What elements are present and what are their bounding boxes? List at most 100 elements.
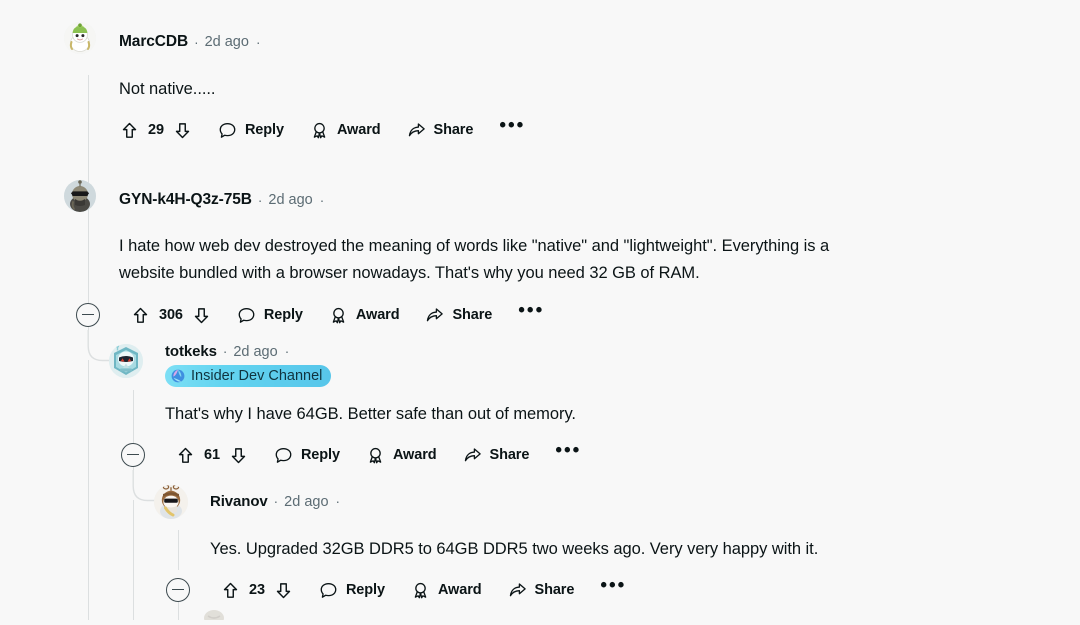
timestamp: 2d ago	[204, 34, 249, 50]
action-bar: 23 Reply Award Share •••	[221, 574, 626, 606]
upvote-arrow-icon	[178, 447, 193, 463]
insider-globe-icon	[171, 369, 185, 383]
author-name[interactable]: Rivanov	[210, 493, 268, 510]
comment-header: MarcCDB · 2d ago ·	[119, 33, 260, 51]
share-button[interactable]: Share	[425, 299, 492, 331]
separator-dot: ·	[257, 192, 263, 208]
downvote-arrow-icon	[276, 582, 291, 598]
comment-marccdb: MarcCDB · 2d ago · Not native..... 29 Re…	[0, 0, 1080, 155]
reply-label: Reply	[263, 307, 303, 323]
upvote-button[interactable]	[176, 439, 195, 471]
next-comment-avatar-partial	[199, 604, 229, 625]
thread-line-depth1-bottom[interactable]	[133, 500, 135, 620]
avatar[interactable]	[64, 180, 96, 212]
share-arrow-icon	[408, 122, 425, 136]
author-name[interactable]: MarcCDB	[119, 33, 188, 51]
comment-header: GYN-k4H-Q3z-75B · 2d ago ·	[119, 191, 324, 209]
trailing-dot: ·	[284, 344, 290, 359]
share-arrow-icon	[427, 307, 444, 321]
separator-dot: ·	[273, 494, 279, 509]
trailing-dot: ·	[319, 192, 325, 208]
share-label: Share	[534, 582, 575, 598]
vote-group: 23	[221, 574, 293, 606]
action-bar: 306 Reply Award Share •••	[131, 299, 544, 331]
user-flair-badge[interactable]: Insider Dev Channel	[165, 365, 332, 387]
avatar[interactable]	[109, 344, 143, 378]
share-label: Share	[489, 447, 530, 463]
award-label: Award	[336, 122, 381, 138]
avatar[interactable]	[154, 485, 188, 519]
timestamp: 2d ago	[268, 192, 313, 208]
thread-line-depth2[interactable]	[178, 530, 180, 570]
separator-dot: ·	[194, 34, 199, 50]
thread-line-depth1[interactable]	[133, 390, 135, 444]
comment-body: Not native.....	[119, 80, 216, 98]
avatar[interactable]	[64, 22, 96, 54]
downvote-arrow-icon	[231, 447, 246, 463]
downvote-button[interactable]	[229, 439, 248, 471]
timestamp: 2d ago	[233, 343, 278, 360]
comment-body: Yes. Upgraded 32GB DDR5 to 64GB DDR5 two…	[210, 540, 819, 558]
action-bar: 29 Reply Award Share •••	[120, 114, 525, 146]
share-arrow-icon	[464, 447, 481, 461]
share-button[interactable]: Share	[508, 574, 575, 606]
more-options-button[interactable]: •••	[518, 295, 544, 335]
award-label: Award	[392, 447, 437, 463]
author-name[interactable]: GYN-k4H-Q3z-75B	[119, 191, 252, 209]
snoo-green-hat-avatar	[64, 22, 96, 54]
award-medal-icon	[414, 582, 427, 598]
more-options-button[interactable]: •••	[499, 110, 525, 150]
speech-bubble-icon	[238, 307, 255, 323]
reply-button[interactable]: Reply	[237, 299, 303, 331]
award-button[interactable]: Award	[310, 114, 381, 146]
share-button[interactable]: Share	[463, 439, 530, 471]
snoo-brown-sunglasses-avatar	[154, 485, 188, 519]
flair-label: Insider Dev Channel	[191, 367, 323, 384]
reply-button[interactable]: Reply	[319, 574, 385, 606]
trailing-dot: ·	[255, 34, 261, 50]
author-name[interactable]: totkeks	[165, 343, 217, 360]
thread-line-depth0-bottom[interactable]	[88, 360, 90, 620]
upvote-arrow-icon	[133, 307, 148, 323]
downvote-button[interactable]	[173, 114, 192, 146]
award-medal-icon	[332, 307, 345, 323]
comment-body: That's why I have 64GB. Better safe than…	[165, 405, 576, 423]
collapse-button[interactable]	[166, 578, 190, 602]
vote-group: 61	[176, 439, 248, 471]
trailing-dot: ·	[335, 494, 341, 509]
vote-count: 61	[204, 447, 220, 463]
upvote-button[interactable]	[221, 574, 240, 606]
upvote-button[interactable]	[120, 114, 139, 146]
award-label: Award	[355, 307, 400, 323]
downvote-arrow-icon	[194, 307, 209, 323]
award-label: Award	[437, 582, 482, 598]
reply-label: Reply	[300, 447, 340, 463]
award-medal-icon	[313, 122, 326, 138]
downvote-button[interactable]	[192, 299, 211, 331]
vote-count: 306	[159, 307, 183, 323]
speech-bubble-icon	[275, 447, 292, 463]
more-options-button[interactable]: •••	[600, 570, 626, 610]
share-arrow-icon	[509, 582, 526, 596]
comment-header: totkeks · 2d ago ·	[165, 343, 289, 360]
award-button[interactable]: Award	[329, 299, 400, 331]
more-options-button[interactable]: •••	[555, 435, 581, 475]
separator-dot: ·	[222, 344, 228, 359]
vote-group: 306	[131, 299, 211, 331]
collapse-button[interactable]	[121, 443, 145, 467]
snoo-sunglasses-avatar	[64, 180, 96, 212]
reply-button[interactable]: Reply	[218, 114, 284, 146]
vote-count: 23	[249, 582, 265, 598]
upvote-arrow-icon	[122, 122, 137, 138]
timestamp: 2d ago	[284, 493, 329, 510]
share-label: Share	[452, 307, 493, 323]
upvote-button[interactable]	[131, 299, 150, 331]
downvote-button[interactable]	[274, 574, 293, 606]
comment-thread: MarcCDB · 2d ago · Not native..... 29 Re…	[0, 0, 1080, 625]
collapse-button[interactable]	[76, 303, 100, 327]
award-button[interactable]: Award	[366, 439, 437, 471]
share-button[interactable]: Share	[407, 114, 474, 146]
reply-button[interactable]: Reply	[274, 439, 340, 471]
share-label: Share	[433, 122, 474, 138]
award-button[interactable]: Award	[411, 574, 482, 606]
